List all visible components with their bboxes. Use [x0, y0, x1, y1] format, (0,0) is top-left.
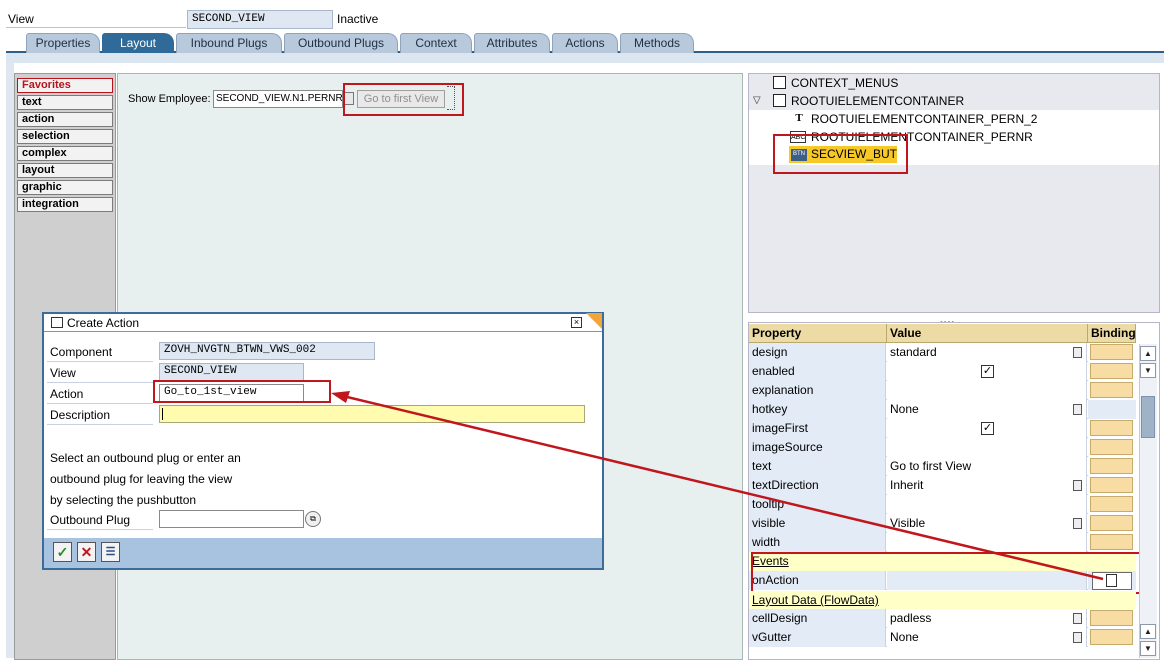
arrow-line — [342, 394, 1104, 581]
arrow-head — [331, 391, 350, 403]
annotation-arrow — [331, 391, 1104, 581]
